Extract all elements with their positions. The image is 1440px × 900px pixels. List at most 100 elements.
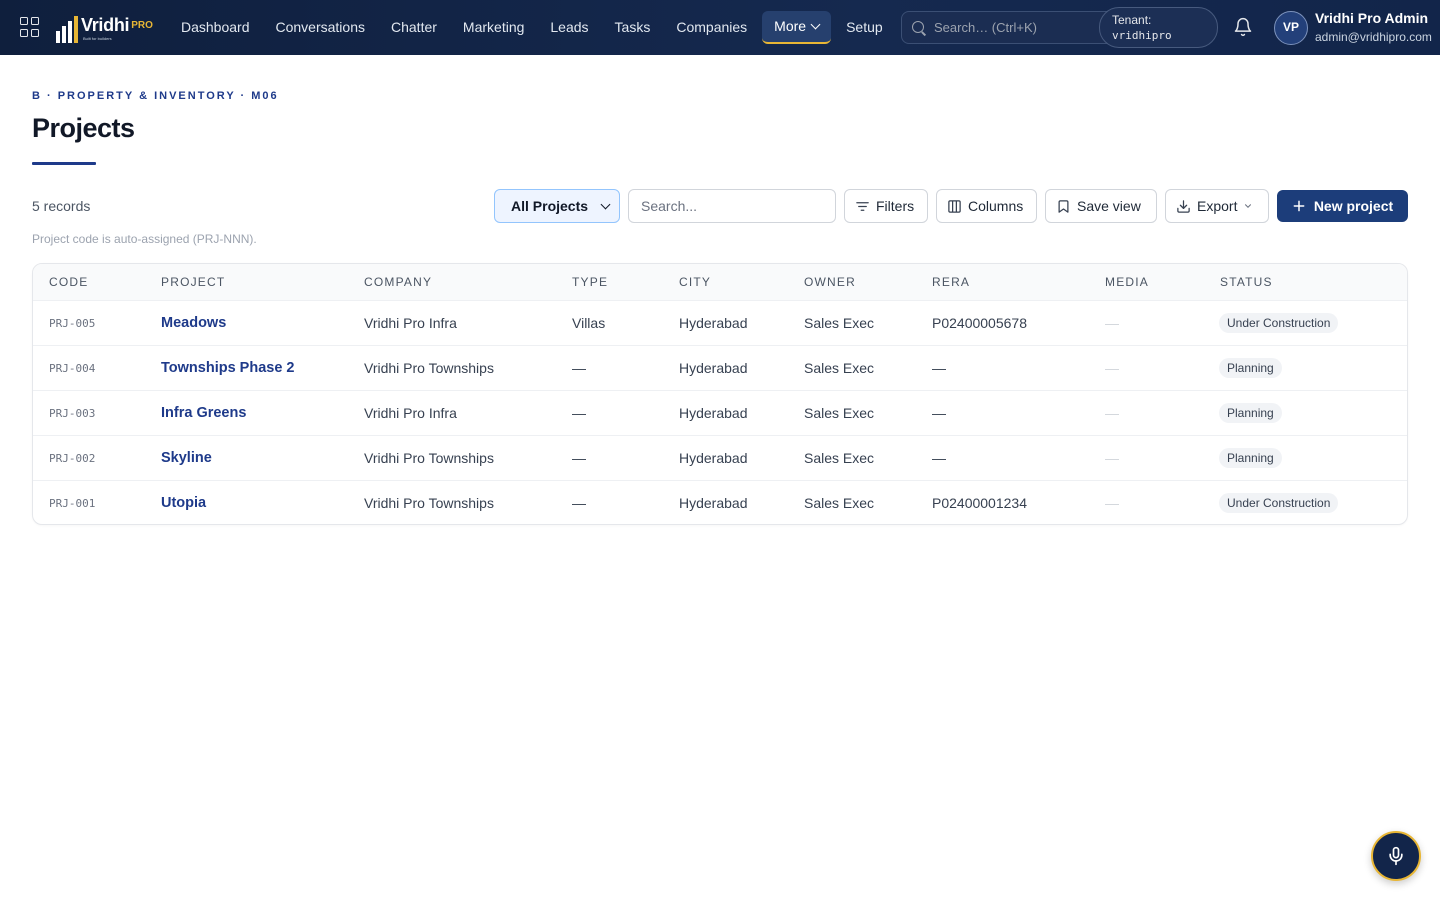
chevron-down-icon <box>1245 204 1252 208</box>
projects-table: CODE PROJECT COMPANY TYPE CITY OWNER RER… <box>32 263 1408 525</box>
status-badge: Planning <box>1219 403 1282 423</box>
search-icon <box>912 20 926 35</box>
tenant-label: Tenant: <box>1112 13 1152 27</box>
user-name[interactable]: Vridhi Pro Admin <box>1315 10 1428 26</box>
cell-rera: — <box>932 360 946 376</box>
nav-item-dashboard[interactable]: Dashboard <box>170 11 261 44</box>
cell-company: Vridhi Pro Infra <box>364 315 457 331</box>
bell-icon[interactable] <box>1233 17 1253 37</box>
cell-city: Hyderabad <box>679 315 748 331</box>
save-view-label: Save view <box>1077 198 1141 214</box>
project-link[interactable]: Skyline <box>161 450 212 466</box>
table-row[interactable]: PRJ-004 Townships Phase 2 Vridhi Pro Tow… <box>33 345 1407 390</box>
filter-icon <box>856 201 869 211</box>
nav-item-marketing[interactable]: Marketing <box>452 11 535 44</box>
avatar[interactable]: VP <box>1274 11 1308 45</box>
nav-item-chatter[interactable]: Chatter <box>380 11 448 44</box>
status-badge: Under Construction <box>1219 313 1339 333</box>
table-header: CODE PROJECT COMPANY TYPE CITY OWNER RER… <box>33 264 1407 300</box>
columns-icon <box>948 199 961 213</box>
nav-item-companies[interactable]: Companies <box>665 11 758 44</box>
global-search-placeholder: Search… (Ctrl+K) <box>934 20 1037 35</box>
cell-type: Villas <box>572 315 606 331</box>
cell-rera: — <box>932 450 946 466</box>
columns-button[interactable]: Columns <box>936 189 1037 223</box>
nav-more-label: More <box>774 18 807 34</box>
cell-media: — <box>1105 315 1119 331</box>
brand-suffix: PRO <box>131 20 153 31</box>
status-badge: Under Construction <box>1219 493 1339 513</box>
column-header-company[interactable]: COMPANY <box>364 275 432 289</box>
cell-owner: Sales Exec <box>804 450 875 466</box>
columns-label: Columns <box>968 198 1024 214</box>
project-link[interactable]: Townships Phase 2 <box>161 360 295 376</box>
user-email: admin@vridhipro.com <box>1315 30 1432 44</box>
table-row[interactable]: PRJ-002 Skyline Vridhi Pro Townships — H… <box>33 435 1407 480</box>
brand-name: Vridhi <box>81 15 130 35</box>
cell-code: PRJ-003 <box>49 407 96 420</box>
view-select-value: All Projects <box>511 198 589 214</box>
cell-code: PRJ-004 <box>49 362 96 375</box>
export-label: Export <box>1197 198 1238 214</box>
cell-owner: Sales Exec <box>804 360 875 376</box>
brand-logo[interactable]: Vridhi PRO Built for builders <box>56 13 153 43</box>
nav-item-leads[interactable]: Leads <box>539 11 599 44</box>
breadcrumb: B · PROPERTY & INVENTORY · M06 <box>32 90 279 102</box>
helper-text: Project code is auto-assigned (PRJ-NNN). <box>32 232 257 246</box>
save-view-button[interactable]: Save view <box>1045 189 1157 223</box>
voice-assistant-button[interactable] <box>1371 831 1421 881</box>
column-header-project[interactable]: PROJECT <box>161 275 225 289</box>
chevron-down-icon <box>810 19 821 30</box>
project-link[interactable]: Infra Greens <box>161 405 246 421</box>
nav-item-conversations[interactable]: Conversations <box>265 11 377 44</box>
cell-type: — <box>572 450 586 466</box>
cell-code: PRJ-002 <box>49 452 96 465</box>
column-header-media[interactable]: MEDIA <box>1105 275 1149 289</box>
filters-label: Filters <box>876 198 915 214</box>
nav-item-tasks[interactable]: Tasks <box>604 11 662 44</box>
column-header-code[interactable]: CODE <box>49 275 88 289</box>
global-search-input[interactable]: Search… (Ctrl+K) <box>901 11 1121 44</box>
cell-city: Hyderabad <box>679 450 748 466</box>
cell-company: Vridhi Pro Townships <box>364 360 494 376</box>
table-row[interactable]: PRJ-001 Utopia Vridhi Pro Townships — Hy… <box>33 480 1407 524</box>
column-header-status[interactable]: STATUS <box>1220 275 1273 289</box>
tenant-switcher[interactable]: Tenant: vridhipro <box>1099 7 1218 48</box>
cell-media: — <box>1105 450 1119 466</box>
cell-company: Vridhi Pro Townships <box>364 450 494 466</box>
filters-button[interactable]: Filters <box>844 189 928 223</box>
cell-company: Vridhi Pro Townships <box>364 495 494 511</box>
nav-more-dropdown[interactable]: More <box>762 11 832 44</box>
project-link[interactable]: Meadows <box>161 315 226 331</box>
column-header-city[interactable]: CITY <box>679 275 711 289</box>
cell-type: — <box>572 360 586 376</box>
status-badge: Planning <box>1219 358 1282 378</box>
export-button[interactable]: Export <box>1165 189 1269 223</box>
cell-company: Vridhi Pro Infra <box>364 405 457 421</box>
cell-owner: Sales Exec <box>804 405 875 421</box>
cell-city: Hyderabad <box>679 405 748 421</box>
table-row[interactable]: PRJ-005 Meadows Vridhi Pro Infra Villas … <box>33 300 1407 345</box>
title-underline <box>32 162 96 165</box>
tenant-value: vridhipro <box>1112 29 1172 42</box>
cell-rera: — <box>932 405 946 421</box>
cell-rera: P02400001234 <box>932 495 1027 511</box>
column-header-owner[interactable]: OWNER <box>804 275 856 289</box>
column-header-rera[interactable]: RERA <box>932 275 970 289</box>
new-project-button[interactable]: New project <box>1277 190 1408 222</box>
cell-type: — <box>572 495 586 511</box>
cell-rera: P02400005678 <box>932 315 1027 331</box>
project-link[interactable]: Utopia <box>161 495 206 511</box>
search-input[interactable] <box>628 189 836 223</box>
nav-item-setup[interactable]: Setup <box>835 11 894 44</box>
record-count: 5 records <box>32 198 91 214</box>
download-icon <box>1177 199 1190 213</box>
cell-owner: Sales Exec <box>804 315 875 331</box>
table-row[interactable]: PRJ-003 Infra Greens Vridhi Pro Infra — … <box>33 390 1407 435</box>
column-header-type[interactable]: TYPE <box>572 275 608 289</box>
app-launcher-icon[interactable] <box>20 17 40 37</box>
view-select[interactable]: All Projects <box>494 189 620 223</box>
cell-type: — <box>572 405 586 421</box>
status-badge: Planning <box>1219 448 1282 468</box>
plus-icon <box>1293 200 1305 212</box>
